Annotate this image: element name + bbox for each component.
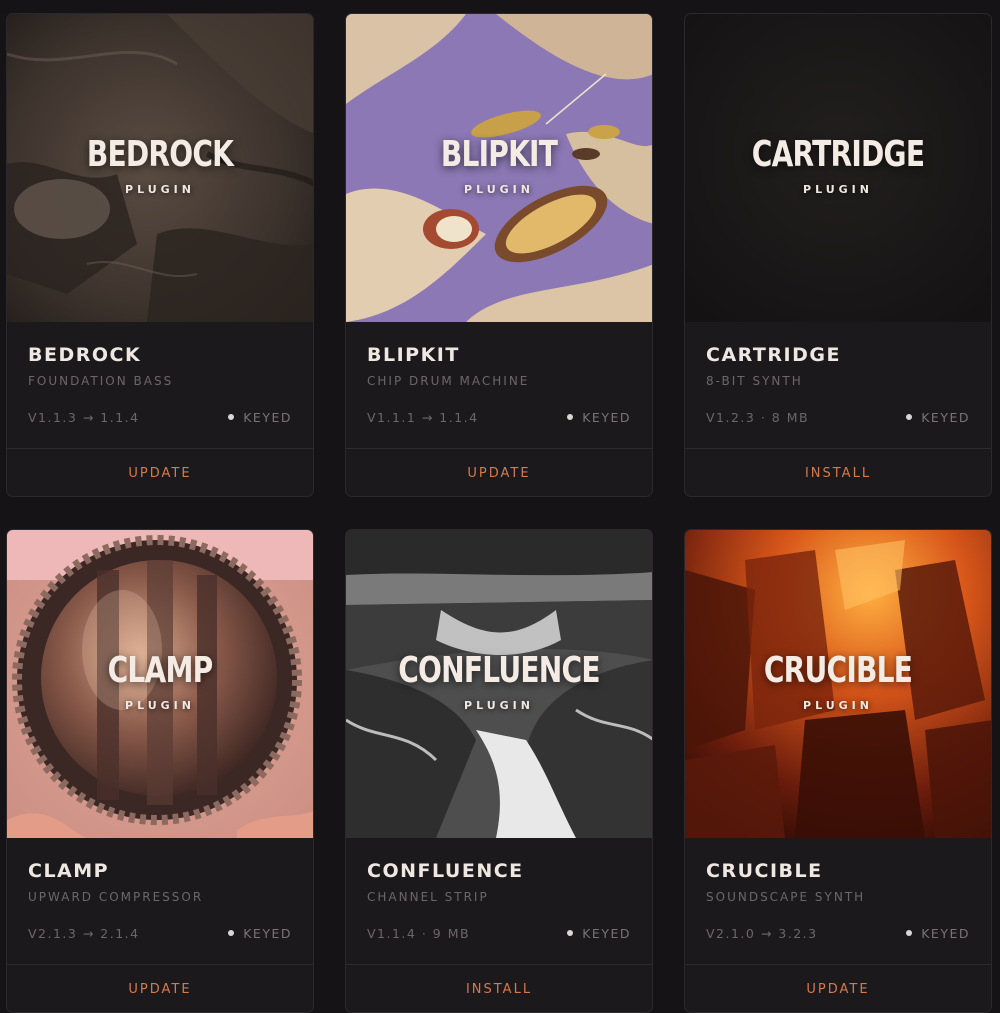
license-status: KEYED [906, 926, 970, 941]
plugin-version: V1.1.1 → 1.1.4 [367, 410, 479, 425]
license-status: KEYED [906, 410, 970, 425]
license-status-label: KEYED [921, 410, 970, 425]
artwork-title: CARTRIDGE [751, 134, 925, 175]
status-dot-icon [228, 930, 235, 936]
plugin-artwork: BLIPKIT PLUGIN [346, 14, 652, 322]
plugin-description: FOUNDATION BASS [28, 374, 174, 388]
status-dot-icon [567, 930, 574, 936]
plugin-name: CONFLUENCE [367, 860, 524, 882]
license-status: KEYED [567, 926, 631, 941]
plugin-card-cartridge[interactable]: CARTRIDGE PLUGIN CARTRIDGE 8-BIT SYNTH V… [684, 13, 992, 497]
update-button[interactable]: UPDATE [7, 449, 313, 496]
install-button[interactable]: INSTALL [346, 965, 652, 1012]
plugin-card-crucible[interactable]: CRUCIBLE PLUGIN CRUCIBLE SOUNDSCAPE SYNT… [684, 529, 992, 1013]
plugin-description: SOUNDSCAPE SYNTH [706, 890, 866, 904]
artwork-subtitle: PLUGIN [803, 699, 873, 712]
plugin-artwork: CONFLUENCE PLUGIN [346, 530, 652, 838]
license-status-label: KEYED [243, 410, 292, 425]
status-dot-icon [906, 414, 913, 420]
artwork-title: BEDROCK [86, 134, 234, 175]
plugin-description: CHIP DRUM MACHINE [367, 374, 530, 388]
plugin-description: UPWARD COMPRESSOR [28, 890, 204, 904]
plugin-name: CLAMP [28, 860, 110, 882]
plugin-version: V1.1.3 → 1.1.4 [28, 410, 140, 425]
plugin-grid: BEDROCK PLUGIN BEDROCK FOUNDATION BASS V… [0, 0, 1000, 1013]
plugin-artwork: BEDROCK PLUGIN [7, 14, 313, 322]
artwork-subtitle: PLUGIN [125, 183, 195, 196]
artwork-title: CRUCIBLE [763, 650, 913, 691]
update-button[interactable]: UPDATE [685, 965, 991, 1012]
plugin-card-bedrock[interactable]: BEDROCK PLUGIN BEDROCK FOUNDATION BASS V… [6, 13, 314, 497]
update-button[interactable]: UPDATE [346, 449, 652, 496]
license-status-label: KEYED [921, 926, 970, 941]
plugin-name: BLIPKIT [367, 344, 460, 366]
artwork-subtitle: PLUGIN [125, 699, 195, 712]
update-button[interactable]: UPDATE [7, 965, 313, 1012]
plugin-name: CARTRIDGE [706, 344, 841, 366]
install-button[interactable]: INSTALL [685, 449, 991, 496]
plugin-artwork: CARTRIDGE PLUGIN [685, 14, 991, 322]
plugin-card-confluence[interactable]: CONFLUENCE PLUGIN CONFLUENCE CHANNEL STR… [345, 529, 653, 1013]
artwork-subtitle: PLUGIN [803, 183, 873, 196]
license-status-label: KEYED [582, 410, 631, 425]
license-status-label: KEYED [582, 926, 631, 941]
status-dot-icon [567, 414, 574, 420]
plugin-card-clamp[interactable]: CLAMP PLUGIN CLAMP UPWARD COMPRESSOR V2.… [6, 529, 314, 1013]
artwork-title: CLAMP [107, 650, 214, 691]
plugin-version: V2.1.0 → 3.2.3 [706, 926, 818, 941]
license-status: KEYED [228, 926, 292, 941]
plugin-artwork: CRUCIBLE PLUGIN [685, 530, 991, 838]
license-status: KEYED [228, 410, 292, 425]
plugin-version: V2.1.3 → 2.1.4 [28, 926, 140, 941]
plugin-description: CHANNEL STRIP [367, 890, 489, 904]
status-dot-icon [228, 414, 235, 420]
plugin-description: 8-BIT SYNTH [706, 374, 803, 388]
plugin-version: V1.2.3 · 8 MB [706, 410, 810, 425]
artwork-title: CONFLUENCE [398, 650, 600, 691]
plugin-card-blipkit[interactable]: BLIPKIT PLUGIN BLIPKIT CHIP DRUM MACHINE… [345, 13, 653, 497]
license-status-label: KEYED [243, 926, 292, 941]
artwork-title: BLIPKIT [440, 134, 558, 175]
plugin-name: BEDROCK [28, 344, 142, 366]
artwork-subtitle: PLUGIN [464, 183, 534, 196]
license-status: KEYED [567, 410, 631, 425]
plugin-artwork: CLAMP PLUGIN [7, 530, 313, 838]
plugin-name: CRUCIBLE [706, 860, 823, 882]
plugin-version: V1.1.4 · 9 MB [367, 926, 471, 941]
status-dot-icon [906, 930, 913, 936]
artwork-subtitle: PLUGIN [464, 699, 534, 712]
